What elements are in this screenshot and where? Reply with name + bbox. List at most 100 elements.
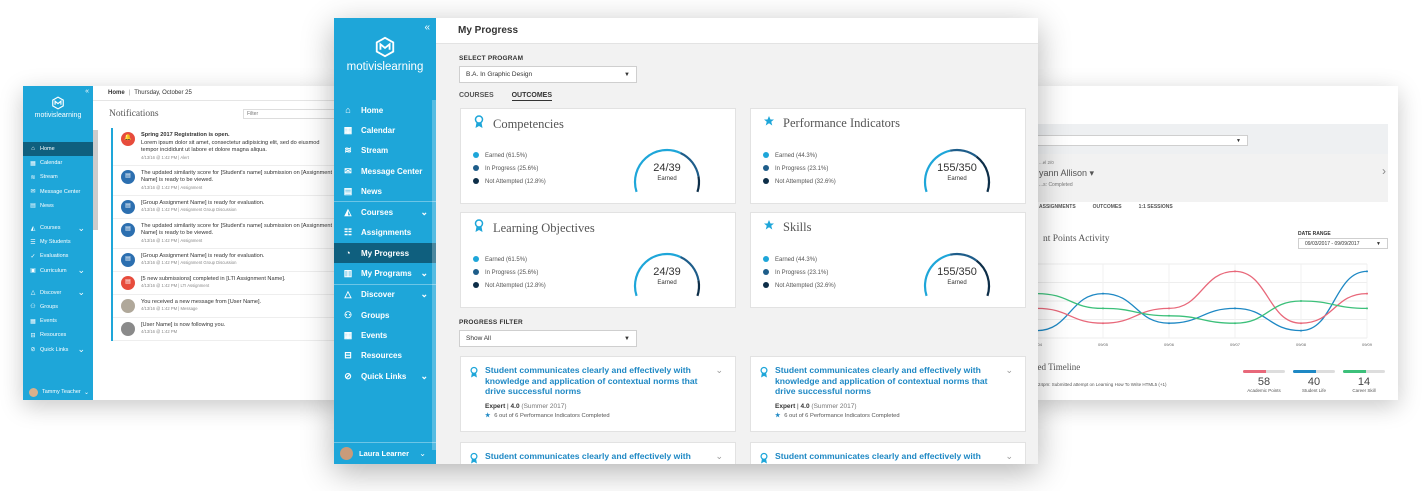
sidebar-item-label: Calendar <box>40 160 63 167</box>
assignment-icon: ▤ <box>121 199 135 214</box>
progress-card-skills[interactable]: Skills Earned (44.3%) In Progress (23.1%) N… <box>750 212 1026 308</box>
sidebar-item-evaluations[interactable]: ✓ Evaluations <box>23 249 93 263</box>
notification-meta: 4/13/16 @ 1:42 PM | Assignment <box>141 184 203 190</box>
sidebar-item-groups[interactable]: ⚇ Groups <box>334 305 436 325</box>
sidebar-item-courses[interactable]: ◭ Courses ⌄ <box>23 221 93 235</box>
notification-item[interactable]: ▤ [Group Assignment Name] is ready for ev… <box>113 196 339 219</box>
notification-item[interactable]: ▤ [Group Assignment Name] is ready for ev… <box>113 249 339 272</box>
chevron-down-icon[interactable]: ⌄ <box>1005 365 1013 376</box>
outcome-title[interactable]: Student communicates clearly and effecti… <box>775 365 1005 397</box>
filter-input[interactable] <box>243 109 335 119</box>
sidebar-item-my-programs[interactable]: ▥ My Programs ⌄ <box>334 263 436 283</box>
notification-item[interactable]: ▤ [5 new submissions] completed in [LTI A… <box>113 272 339 295</box>
sidebar-item-label: Courses <box>40 225 61 232</box>
notification-item[interactable]: 🔔 Spring 2017 Registration is open. Lorem … <box>113 128 339 166</box>
data-point <box>1102 322 1104 325</box>
outcome-card[interactable]: Student communicates clearly and effecti… <box>460 442 736 464</box>
card-title: Skills <box>783 219 812 234</box>
sidebar-item-calendar[interactable]: ▦ Calendar <box>23 156 93 170</box>
sidebar-item-discover[interactable]: △ Discover ⌄ <box>23 286 93 300</box>
teacher-dashboard-window: motivislearning « ⌂ Home ▦ Calendar ≋ Stream ✉… <box>23 86 343 400</box>
sidebar-item-label: My Programs <box>361 269 412 279</box>
notification-item[interactable]: ▤ The updated similarity score for [Stude… <box>113 166 339 196</box>
notification-item[interactable]: ▤ The updated similarity score for [Stude… <box>113 219 339 249</box>
sidebar-item-quick-links[interactable]: ⊘ Quick Links ⌄ <box>334 366 436 386</box>
program-select[interactable]: ▼ <box>1033 135 1248 146</box>
sidebar-item-events[interactable]: ▦ Events <box>23 314 93 328</box>
sidebar-item-message-center[interactable]: ✉ Message Center <box>23 185 93 199</box>
outcome-card[interactable]: Student communicates clearly and effecti… <box>750 356 1026 432</box>
user-menu[interactable]: Laura Learner ⌄ <box>334 442 436 464</box>
breadcrumb-home[interactable]: Home <box>108 90 125 96</box>
program-select[interactable]: B.A. In Graphic Design ▼ <box>459 66 637 83</box>
level-score: 4.0 <box>800 403 810 410</box>
sidebar-item-quick-links[interactable]: ⊘ Quick Links ⌄ <box>23 342 93 356</box>
sidebar-item-news[interactable]: ▤ News <box>334 181 436 201</box>
sidebar-item-courses[interactable]: ◭ Courses ⌄ <box>334 202 436 222</box>
user-menu[interactable]: Tammy Teacher ⌄ <box>23 384 93 400</box>
tab-outcomes[interactable]: OUTCOMES <box>1093 204 1122 210</box>
chevron-down-icon[interactable]: ⌄ <box>715 451 723 462</box>
card-title: Performance Indicators <box>783 115 900 130</box>
progress-card-learning-objectives[interactable]: Learning Objectives Earned (61.5%) In Prog… <box>460 212 736 308</box>
star-icon: ★ <box>775 413 781 419</box>
progress-card-competencies[interactable]: Competencies Earned (61.5%) In Progress (2… <box>460 108 736 204</box>
legend-item: In Progress (23.1%) <box>763 267 836 280</box>
outcome-card[interactable]: Student communicates clearly and effecti… <box>750 442 1026 464</box>
stat-value: 14 <box>1357 376 1371 388</box>
data-point <box>1234 270 1236 273</box>
tab-1-1-sessions[interactable]: 1:1 SESSIONS <box>1139 204 1173 210</box>
sidebar-item-resources[interactable]: ⊟ Resources <box>334 346 436 366</box>
chevron-down-icon[interactable]: ⌄ <box>1005 451 1013 462</box>
notification-item[interactable]: You received a new message from [User Na… <box>113 295 339 318</box>
sidebar-item-calendar[interactable]: ▦ Calendar <box>334 120 436 140</box>
legend-dot <box>763 282 769 289</box>
chevron-down-icon[interactable]: ⌄ <box>715 365 723 376</box>
outcome-title[interactable]: Student communicates clearly and effecti… <box>775 451 1005 462</box>
sidebar-item-label: Events <box>40 318 57 325</box>
programs-icon: ▥ <box>343 268 353 279</box>
legend-label: In Progress (23.1%) <box>775 270 829 276</box>
sidebar-item-home[interactable]: ⌂ Home <box>23 142 93 157</box>
sidebar-item-label: Courses <box>361 208 394 218</box>
sidebar-item-my-students[interactable]: ☰ My Students <box>23 235 93 249</box>
scrollbar[interactable] <box>93 130 98 230</box>
sidebar-item-label: Stream <box>361 146 389 156</box>
tab-assignments[interactable]: ASSIGNMENTS <box>1039 204 1076 210</box>
progress-card-performance-indicators[interactable]: Performance Indicators Earned (44.3%) In P… <box>750 108 1026 204</box>
tab-outcomes[interactable]: OUTCOMES <box>511 92 553 101</box>
collapse-icon[interactable]: « <box>424 22 430 33</box>
sidebar-item-stream[interactable]: ≋ Stream <box>23 170 93 184</box>
indicators-text: 6 out of 6 Performance Indicators Comple… <box>494 413 610 419</box>
student-name[interactable]: yann Allison ▾ <box>1039 168 1094 179</box>
outcome-card[interactable]: Student communicates clearly and effecti… <box>460 356 736 432</box>
sidebar-item-my-progress[interactable]: ◔ My Progress <box>334 243 436 264</box>
notification-body: Lorem ipsum dolor sit amet, consectetur … <box>141 139 320 154</box>
timeline-title: ned Timeline <box>1033 362 1081 372</box>
sidebar-item-resources[interactable]: ⊟ Resources <box>23 328 93 342</box>
gauge-value: 24/39 <box>653 162 681 174</box>
sidebar-item-message-center[interactable]: ✉ Message Center <box>334 161 436 181</box>
sidebar-item-home[interactable]: ⌂ Home <box>334 100 436 120</box>
sidebar-item-curriculum[interactable]: ▣ Curriculum ⌄ <box>23 264 93 278</box>
sidebar-item-events[interactable]: ▦ Events <box>334 325 436 345</box>
chevron-right-icon[interactable]: › <box>1382 164 1386 178</box>
date-range-select[interactable]: 09/03/2017 - 09/09/2017 ▼ <box>1298 238 1388 249</box>
notification-item[interactable]: [User Name] is now following you. 4/13/16… <box>113 318 339 341</box>
tab-courses[interactable]: COURSES <box>459 92 494 99</box>
collapse-icon[interactable]: « <box>85 88 89 95</box>
sidebar-item-news[interactable]: ▤ News <box>23 199 93 213</box>
outcome-title[interactable]: Student communicates clearly and effecti… <box>485 451 715 462</box>
news-icon: ▤ <box>343 185 353 196</box>
sidebar-item-discover[interactable]: △ Discover ⌄ <box>334 285 436 305</box>
progress-filter-select[interactable]: Show All ▼ <box>459 330 637 347</box>
outcome-title[interactable]: Student communicates clearly and effecti… <box>485 365 715 397</box>
notification-body: [Group Assignment Name] is ready for eva… <box>141 199 265 206</box>
sidebar-item-groups[interactable]: ⚇ Groups <box>23 300 93 314</box>
notification-meta: 4/13/16 @ 1:42 PM | Message <box>141 306 198 311</box>
calendar-icon: ▦ <box>343 124 353 135</box>
sidebar-item-assignments[interactable]: ☷ Assignments <box>334 223 436 243</box>
sidebar-item-stream[interactable]: ≋ Stream <box>334 141 436 161</box>
page-title: My Progress <box>436 18 1038 44</box>
legend-label: Not Attempted (32.6%) <box>775 179 836 185</box>
